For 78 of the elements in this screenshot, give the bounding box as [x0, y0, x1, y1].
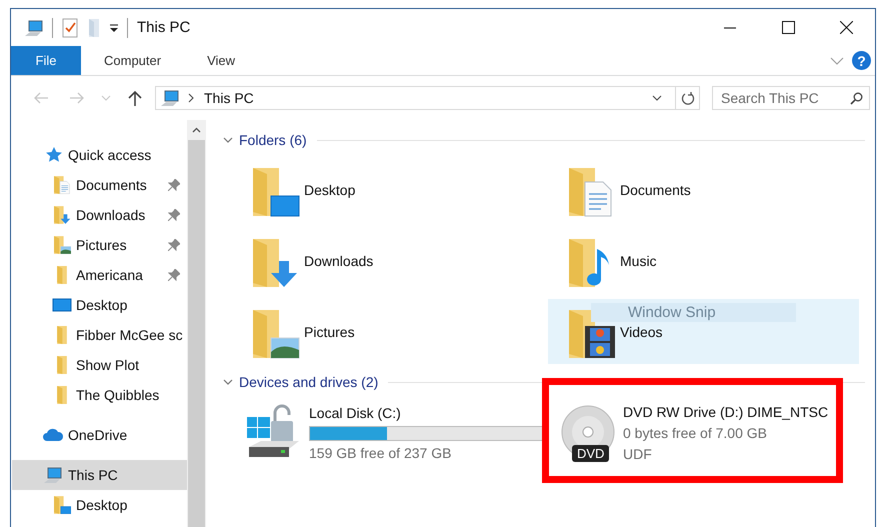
computer-icon — [24, 18, 44, 38]
nav-item[interactable]: Downloads — [11, 200, 187, 230]
folder-icon — [57, 356, 67, 374]
pin-icon[interactable] — [168, 209, 180, 221]
collapse-icon[interactable] — [223, 377, 233, 387]
search-field[interactable]: Search This PC — [712, 86, 870, 110]
file-system: UDF — [623, 444, 653, 464]
nav-item[interactable]: Pictures — [11, 230, 187, 260]
cloud-icon — [42, 427, 64, 443]
nav-item[interactable]: Fibber McGee sc — [11, 320, 187, 350]
pin-icon[interactable] — [168, 179, 180, 191]
drive-tile[interactable]: DVD DVD RW Drive (D:) DIME_NTSC 0 bytes free of 7.00 GB UDF — [548, 397, 859, 469]
folder-tile[interactable]: Documents — [548, 157, 859, 222]
nav-item[interactable]: Quick access — [11, 140, 187, 170]
file-menu-button[interactable]: File — [11, 46, 81, 75]
breadcrumb[interactable]: This PC — [204, 90, 254, 106]
folder-tile[interactable]: Pictures — [232, 299, 545, 364]
folder-name: Videos — [620, 324, 663, 340]
caret-icon — [109, 22, 119, 32]
maximize-icon — [782, 21, 794, 34]
folder-tile[interactable]: Downloads — [232, 228, 545, 293]
folder-tile[interactable]: Music — [548, 228, 859, 293]
folder-icon — [54, 206, 70, 224]
folder-icon — [57, 266, 67, 284]
chevron-right-icon — [188, 93, 194, 103]
nav-item[interactable]: Show Plot — [11, 350, 187, 380]
folder-icon — [54, 496, 70, 514]
section-header[interactable]: Folders (6) — [239, 132, 307, 148]
ribbon-tab[interactable]: View — [189, 46, 254, 75]
collapse-icon[interactable] — [223, 135, 233, 145]
search-icon — [850, 92, 863, 104]
folder-name: Downloads — [304, 252, 374, 268]
address-bar[interactable]: This PC — [155, 86, 700, 110]
nav-item[interactable]: The Quibbles — [11, 380, 187, 410]
nav-item[interactable]: Americana — [11, 260, 187, 290]
drive-name: DVD RW Drive (D:) DIME_NTSC — [623, 402, 828, 422]
dvd-label: DVD — [572, 445, 610, 462]
folder-tile[interactable]: Desktop — [232, 157, 545, 222]
computer-icon — [42, 465, 64, 485]
folder-icon — [57, 326, 67, 344]
minimize-icon — [724, 26, 736, 28]
nav-item[interactable]: OneDrive — [11, 420, 187, 450]
folder-icon — [54, 236, 70, 254]
computer-icon — [160, 88, 180, 108]
free-space: 159 GB free of 237 GB — [309, 444, 452, 462]
back-arrow-icon — [33, 92, 49, 104]
refresh-icon — [680, 91, 694, 105]
pin-icon[interactable] — [168, 269, 180, 281]
window-title: This PC — [137, 19, 190, 36]
pin-icon[interactable] — [168, 239, 180, 251]
checklist-icon — [61, 18, 79, 38]
folder-icon — [57, 386, 67, 404]
monitor-icon — [52, 297, 72, 313]
free-space: 0 bytes free of 7.00 GB — [623, 424, 768, 443]
chevron-down-icon — [652, 95, 662, 101]
chevron-up-icon — [192, 127, 201, 133]
nav-item[interactable]: Documents — [11, 170, 187, 200]
nav-item[interactable]: Desktop — [11, 490, 187, 520]
folder-name: Documents — [620, 182, 691, 198]
up-arrow-icon — [128, 90, 142, 106]
folder-name: Music — [620, 252, 657, 268]
tooltip: Window Snip — [591, 303, 796, 322]
folder-icon — [87, 18, 101, 38]
nav-item[interactable]: This PC — [12, 460, 187, 490]
folder-name: Desktop — [304, 182, 356, 198]
drive-tile[interactable]: Local Disk (C:) 159 GB free of 237 GB — [232, 397, 545, 469]
ribbon-tab[interactable]: Computer — [86, 46, 180, 75]
scrollbar-thumb[interactable] — [188, 140, 205, 527]
chevron-down-icon — [101, 95, 111, 101]
expand-ribbon-icon[interactable] — [830, 56, 844, 64]
drive-name: Local Disk (C:) — [309, 404, 402, 423]
help-button[interactable]: ? — [852, 51, 871, 70]
close-icon — [840, 21, 852, 34]
folder-icon — [54, 176, 70, 194]
folder-name: Pictures — [304, 324, 355, 340]
forward-arrow-icon — [69, 92, 85, 104]
section-header[interactable]: Devices and drives (2) — [239, 374, 378, 390]
nav-item[interactable]: Desktop — [11, 290, 187, 320]
